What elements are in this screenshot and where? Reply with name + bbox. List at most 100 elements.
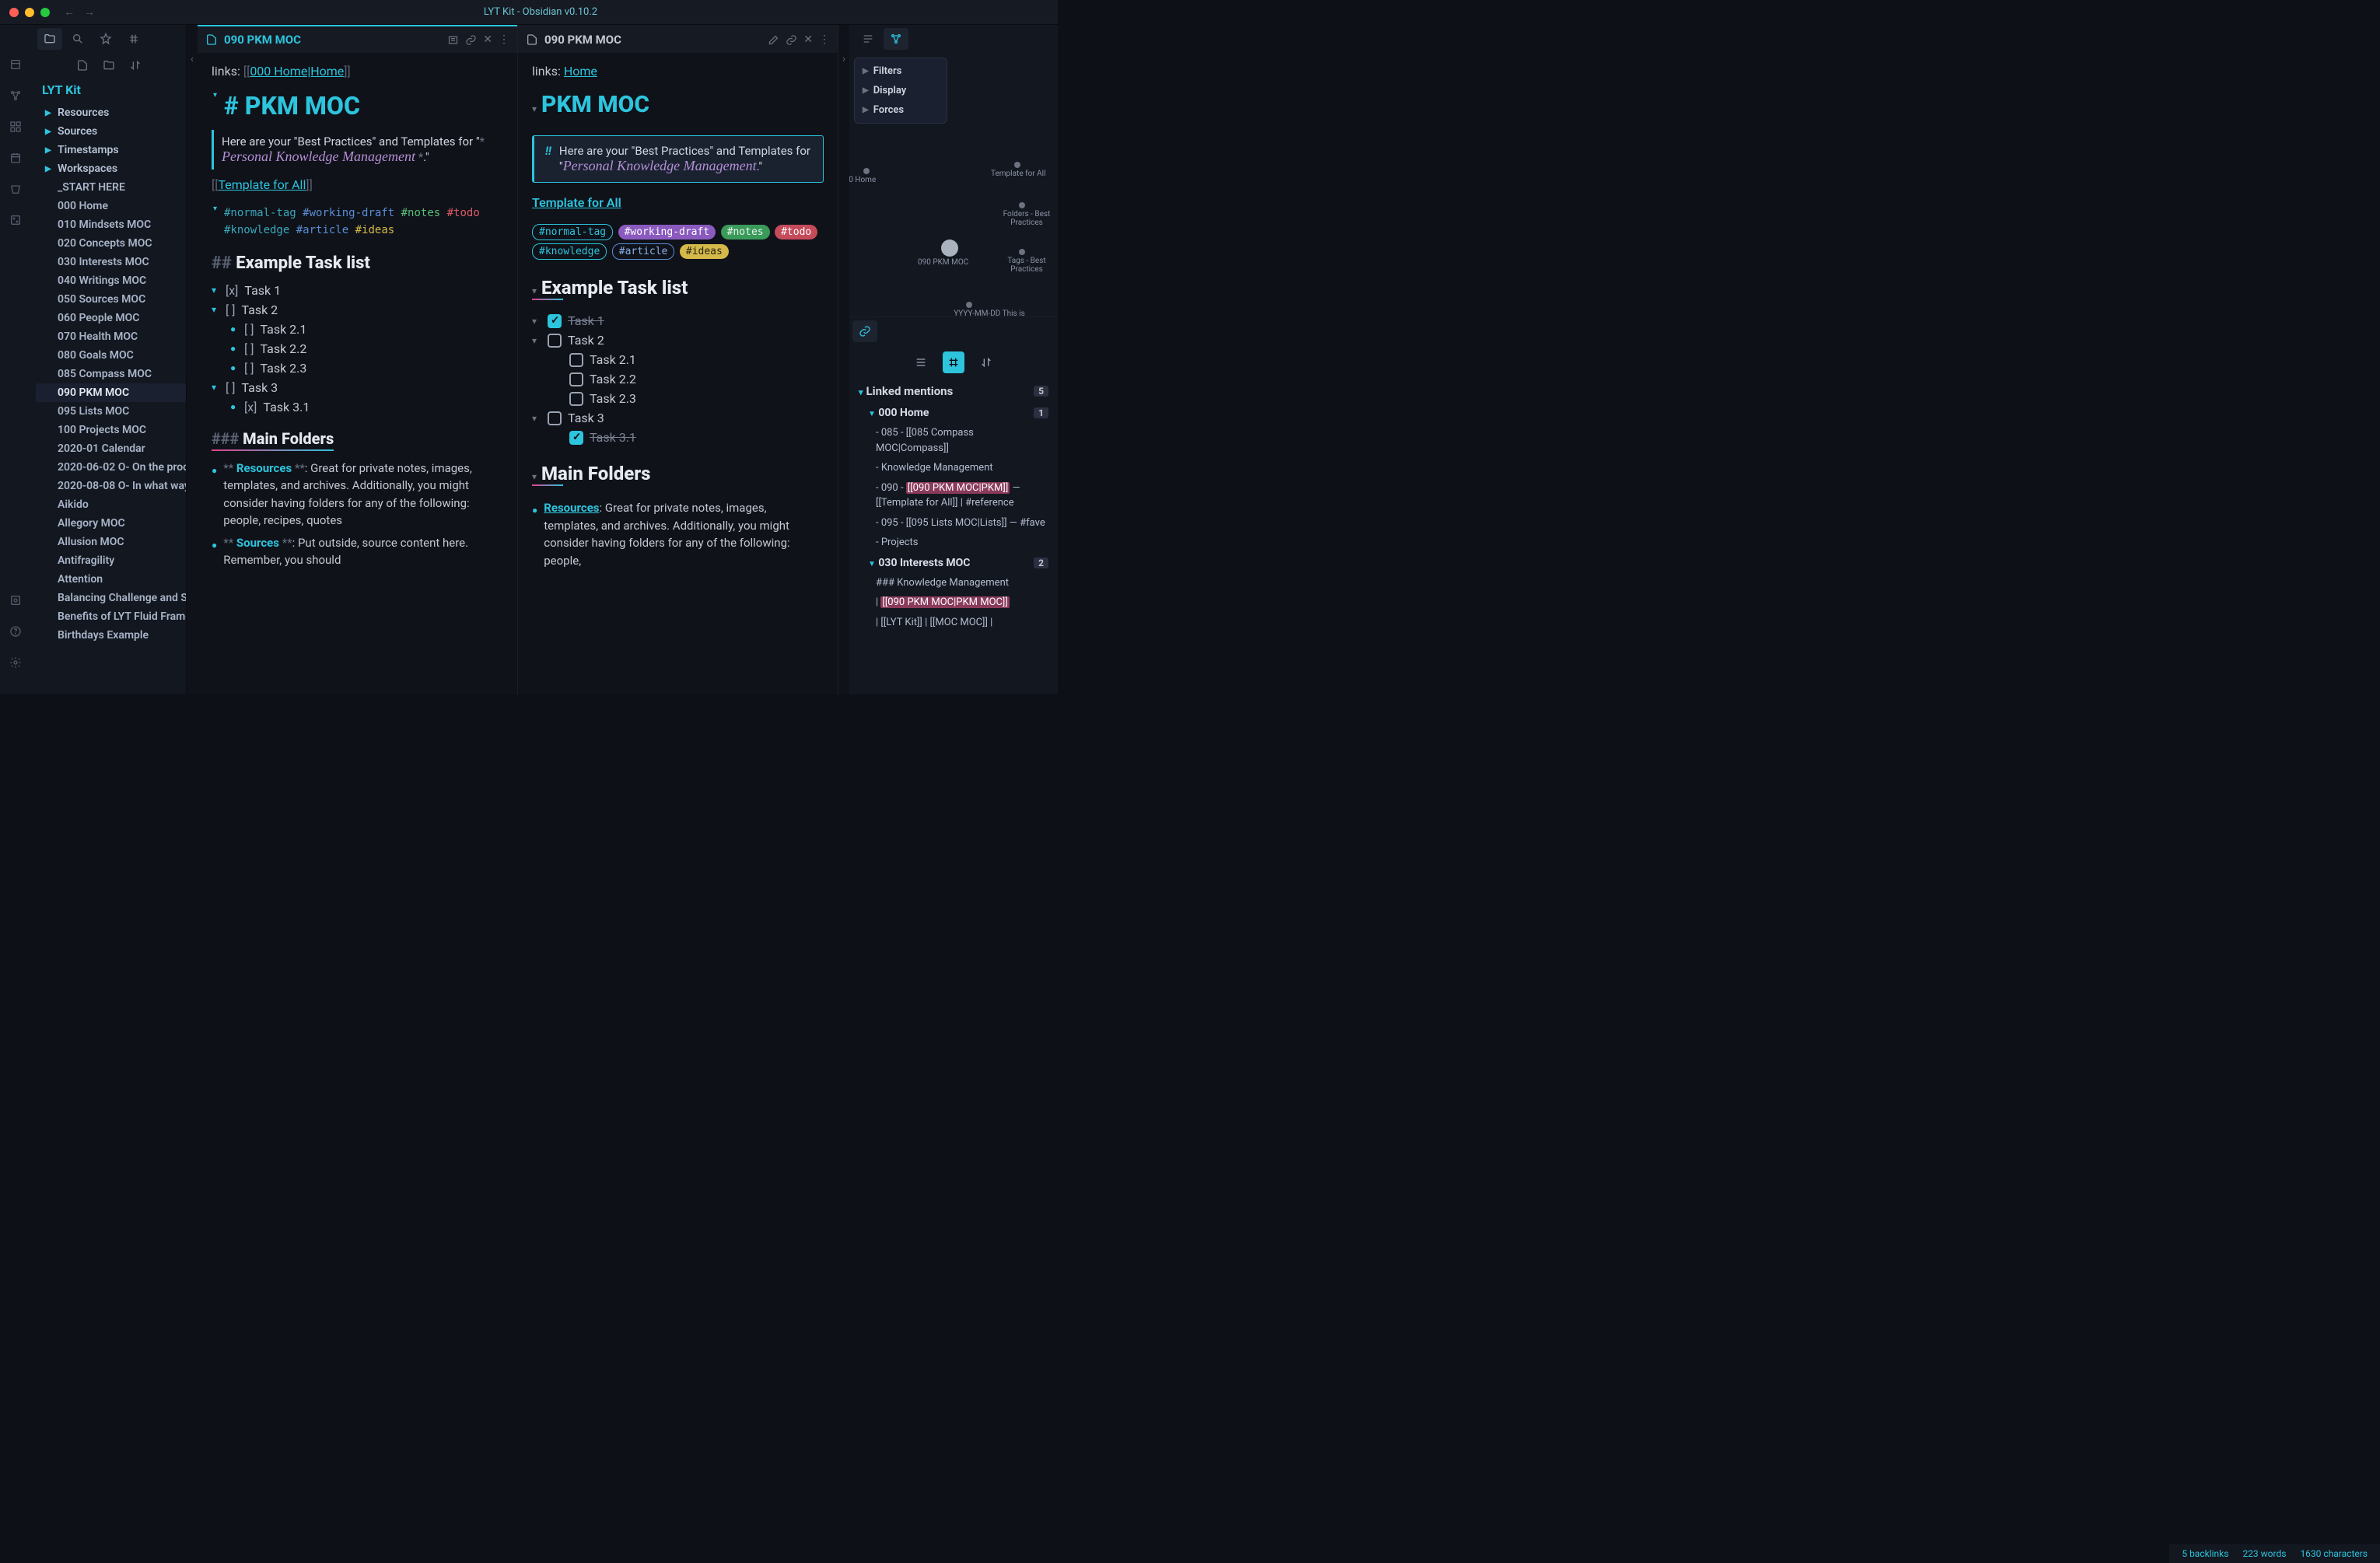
file-item[interactable]: _START HERE <box>36 178 186 197</box>
folder-item[interactable]: ▶Timestamps <box>36 141 186 159</box>
daily-note-icon[interactable] <box>9 151 23 165</box>
collapse-icon[interactable]: ▾ <box>532 471 537 482</box>
backlink-snippet[interactable]: - 095 - [[095 Lists MOC|Lists]] — #fave <box>857 513 1050 533</box>
file-item[interactable]: 060 People MOC <box>36 309 186 327</box>
backlink-snippet[interactable]: ### Knowledge Management <box>857 573 1050 593</box>
close-window[interactable] <box>9 8 19 17</box>
backlink-file[interactable]: ▼ 030 Interests MOC2 <box>857 553 1050 573</box>
graph-icon[interactable] <box>9 89 23 103</box>
task-item[interactable]: ●[x] Task 3.1 <box>212 397 503 417</box>
fold-caret-icon[interactable]: ▾ <box>213 205 217 213</box>
task-checkbox[interactable] <box>569 372 583 386</box>
home-link[interactable]: 000 Home|Home <box>250 64 344 79</box>
file-item[interactable]: 070 Health MOC <box>36 327 186 346</box>
collapse-icon[interactable]: ▾ <box>532 285 537 296</box>
task-item[interactable]: ▾[ ] Task 3 <box>212 378 503 397</box>
backlink-snippet[interactable]: - Knowledge Management <box>857 458 1050 478</box>
file-item[interactable]: 2020-01 Calendar <box>36 439 186 458</box>
task-item[interactable]: ▾[x] Task 1 <box>212 281 503 300</box>
graph-forces[interactable]: ▶Forces <box>855 100 947 120</box>
template-icon[interactable] <box>9 182 23 196</box>
collapse-results-icon[interactable] <box>910 351 932 373</box>
graph-node[interactable] <box>863 168 870 174</box>
backlink-snippet[interactable]: | [[LYT Kit]] | [[MOC MOC]] | <box>857 613 1050 633</box>
vault-icon[interactable] <box>9 593 23 607</box>
linked-mentions-header[interactable]: ▾Linked mentions 5 <box>857 379 1050 403</box>
local-graph[interactable]: ▶Filters ▶Display ▶Forces 000 HomeTempla… <box>849 53 1058 317</box>
task-checkbox[interactable] <box>548 314 562 328</box>
link-pane-icon[interactable] <box>465 34 477 46</box>
graph-node[interactable] <box>1019 202 1025 208</box>
random-note-icon[interactable] <box>9 213 23 227</box>
backlink-snippet[interactable]: - 085 - [[085 Compass MOC|Compass]] <box>857 423 1050 458</box>
backlink-file[interactable]: ▼ 000 Home1 <box>857 403 1050 423</box>
new-note-icon[interactable] <box>76 59 89 72</box>
backlink-snippet[interactable]: - 090 - [[090 PKM MOC|PKM]] — [[Template… <box>857 478 1050 513</box>
folder-item[interactable]: ▶Resources <box>36 103 186 122</box>
file-item[interactable]: 2020-08-08 O- In what way <box>36 477 186 495</box>
graph-node[interactable] <box>966 302 972 308</box>
preview-content[interactable]: links: Home ▾PKM MOC !! Here are your "B… <box>518 53 838 694</box>
task-item[interactable]: ▾[ ] Task 2 <box>212 300 503 320</box>
tags-tab[interactable] <box>121 28 146 50</box>
file-item[interactable]: Birthdays Example <box>36 626 186 645</box>
template-link[interactable]: Template for All <box>532 195 621 210</box>
backlinks-tab[interactable] <box>852 320 877 342</box>
search-tab[interactable] <box>65 28 90 50</box>
edit-icon[interactable] <box>768 34 779 46</box>
collapse-icon[interactable]: ▾ <box>532 103 537 114</box>
minimize-window[interactable] <box>25 8 34 17</box>
file-item[interactable]: 095 Lists MOC <box>36 402 186 421</box>
help-icon[interactable] <box>9 624 23 638</box>
forward-icon[interactable]: → <box>84 5 95 19</box>
file-item[interactable]: Attention <box>36 570 186 589</box>
file-item[interactable]: Balancing Challenge and Sk <box>36 589 186 607</box>
folder-item[interactable]: ▶Workspaces <box>36 159 186 178</box>
collapse-right[interactable]: › <box>838 25 849 694</box>
file-item[interactable]: Aikido <box>36 495 186 514</box>
file-item[interactable]: 085 Compass MOC <box>36 365 186 383</box>
outline-tab[interactable] <box>856 28 880 50</box>
fold-caret-icon[interactable]: ▾ <box>213 91 217 100</box>
file-item[interactable]: 040 Writings MOC <box>36 271 186 290</box>
reading-view-icon[interactable] <box>447 34 459 46</box>
local-graph-tab[interactable] <box>884 28 908 50</box>
quick-switcher-icon[interactable] <box>9 58 23 72</box>
maximize-window[interactable] <box>40 8 50 17</box>
task-item[interactable]: ●[ ] Task 2.3 <box>212 358 503 378</box>
file-item[interactable]: 020 Concepts MOC <box>36 234 186 253</box>
more-icon[interactable]: ⋮ <box>819 33 830 46</box>
file-item[interactable]: Allegory MOC <box>36 514 186 533</box>
file-item[interactable]: Benefits of LYT Fluid Framew <box>36 607 186 626</box>
link-pane-icon[interactable] <box>786 34 797 46</box>
close-pane-icon[interactable]: ✕ <box>803 33 813 46</box>
folder-item[interactable]: ▶Sources <box>36 122 186 141</box>
task-item[interactable]: ●[ ] Task 2.2 <box>212 339 503 358</box>
file-item[interactable]: 050 Sources MOC <box>36 290 186 309</box>
file-explorer-tab[interactable] <box>37 28 62 50</box>
home-link[interactable]: Home <box>564 64 597 79</box>
new-folder-icon[interactable] <box>103 59 115 72</box>
file-item[interactable]: Allusion MOC <box>36 533 186 551</box>
task-checkbox[interactable] <box>569 353 583 367</box>
graph-filters[interactable]: ▶Filters <box>855 61 947 81</box>
file-item[interactable]: 2020-06-02 O- On the proc <box>36 458 186 477</box>
task-item[interactable]: ●[ ] Task 2.1 <box>212 320 503 339</box>
file-item[interactable]: 030 Interests MOC <box>36 253 186 271</box>
collapse-left[interactable]: ‹ <box>187 25 198 694</box>
task-checkbox[interactable] <box>569 431 583 445</box>
graph-display[interactable]: ▶Display <box>855 81 947 100</box>
backlinks-count[interactable]: 5 backlinks <box>2182 1548 2228 1559</box>
sort-icon[interactable] <box>129 59 142 72</box>
file-item[interactable]: 010 Mindsets MOC <box>36 215 186 234</box>
workspace-icon[interactable] <box>9 120 23 134</box>
graph-node[interactable] <box>1014 162 1020 168</box>
task-checkbox[interactable] <box>548 411 562 425</box>
starred-tab[interactable] <box>93 28 118 50</box>
task-checkbox[interactable] <box>548 334 562 348</box>
source-content[interactable]: links: [[000 Home|Home]] ▾ # PKM MOC Her… <box>198 53 517 694</box>
file-item[interactable]: Antifragility <box>36 551 186 570</box>
file-item[interactable]: 000 Home <box>36 197 186 215</box>
file-item[interactable]: 090 PKM MOC <box>36 383 186 402</box>
graph-node[interactable] <box>941 240 958 257</box>
